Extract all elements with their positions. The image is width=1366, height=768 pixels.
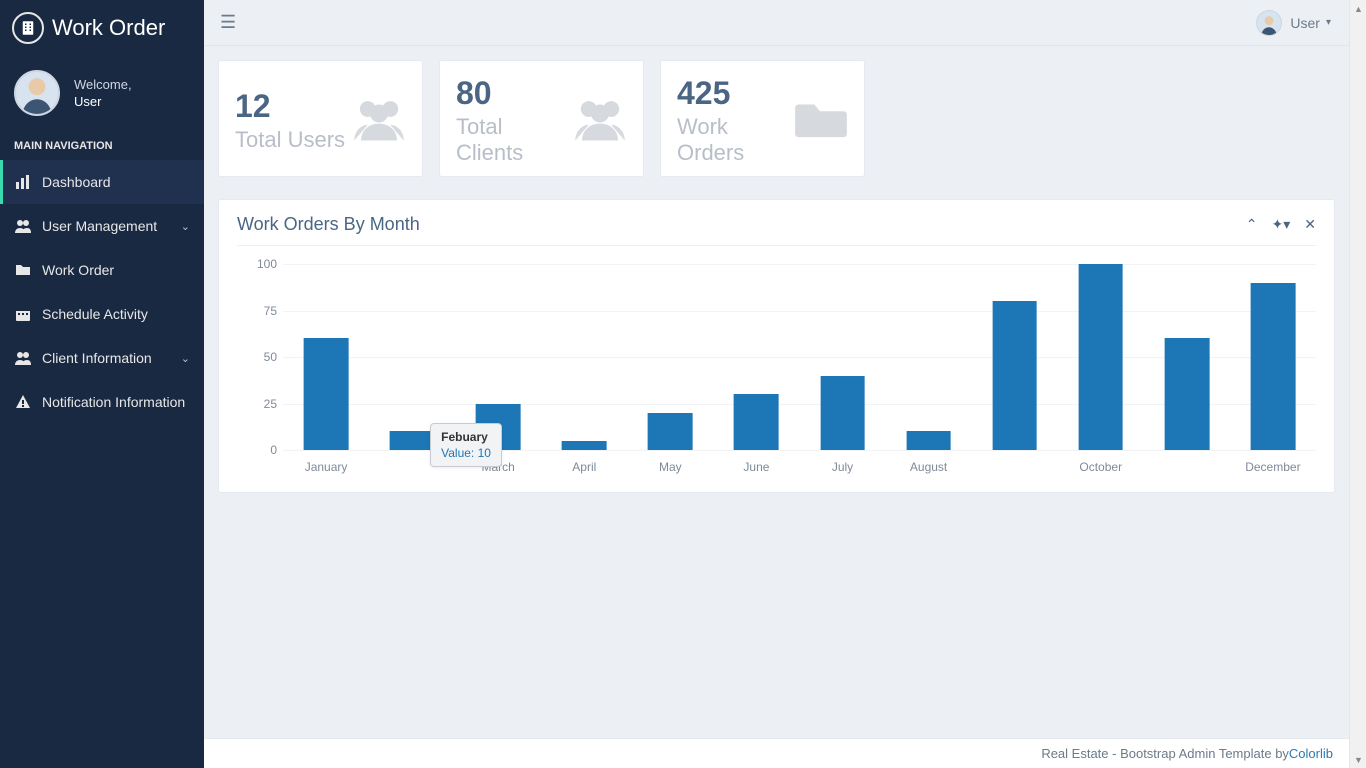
caret-down-icon: ▾: [1326, 17, 1331, 28]
stat-label: Total Clients: [456, 114, 573, 166]
main-content: 12Total Users80Total Clients425Work Orde…: [204, 46, 1349, 738]
folder-icon: [14, 262, 32, 278]
chart-bar[interactable]: [562, 441, 607, 450]
brand-title: Work Order: [52, 15, 165, 41]
panel-tools: ⌃ ✦▾ ✕: [1246, 216, 1316, 233]
sidebar-item-label: User Management: [42, 218, 181, 234]
chart-panel: Work Orders By Month ⌃ ✦▾ ✕ 0 25 50 75 100 J…: [218, 199, 1335, 493]
y-tick: 75: [264, 304, 277, 318]
sidebar-item-client-information[interactable]: Client Information ⌄: [0, 336, 204, 380]
avatar: [14, 70, 60, 116]
y-tick: 100: [257, 257, 277, 271]
topbar-user-label: User: [1290, 15, 1320, 31]
y-tick: 25: [264, 397, 277, 411]
stat-value: 425: [677, 75, 794, 112]
x-label: April: [541, 460, 627, 474]
sidebar-item-schedule-activity[interactable]: Schedule Activity: [0, 292, 204, 336]
sidebar-item-label: Work Order: [42, 262, 190, 278]
y-tick: 50: [264, 350, 277, 364]
chart-bar[interactable]: [906, 431, 951, 450]
user-welcome: Welcome,: [74, 77, 132, 92]
hamburger-icon[interactable]: ☰: [220, 12, 236, 33]
x-label: October: [1058, 460, 1144, 474]
sidebar-item-user-management[interactable]: User Management ⌄: [0, 204, 204, 248]
sidebar-item-label: Notification Information: [42, 394, 190, 410]
chart-area: 0255075100 JanuaryMarchAprilMayJuneJulyA…: [237, 264, 1316, 474]
chart-bar[interactable]: [1164, 338, 1209, 450]
x-label: June: [713, 460, 799, 474]
topbar-user-menu[interactable]: User ▾: [1256, 10, 1331, 36]
chart-bar[interactable]: [390, 431, 435, 450]
stat-value: 12: [235, 88, 345, 125]
scrollbar[interactable]: ▲ ▼: [1349, 0, 1366, 768]
collapse-icon[interactable]: ⌃: [1246, 216, 1258, 233]
footer: Real Estate - Bootstrap Admin Template b…: [204, 738, 1349, 768]
user-name: User: [74, 94, 132, 109]
chart-bar[interactable]: [648, 413, 693, 450]
chart-bar[interactable]: [992, 301, 1037, 450]
users-icon: [14, 350, 32, 366]
folder-icon: [794, 94, 848, 147]
brand[interactable]: Work Order: [0, 0, 204, 54]
y-tick: 0: [270, 443, 277, 457]
x-label: December: [1230, 460, 1316, 474]
stat-label: Total Users: [235, 127, 345, 153]
chevron-down-icon: ⌄: [181, 352, 190, 365]
chevron-down-icon: ⌄: [181, 220, 190, 233]
sidebar-item-label: Schedule Activity: [42, 306, 190, 322]
users-icon: [352, 94, 406, 147]
x-label: July: [799, 460, 885, 474]
sidebar-item-label: Dashboard: [42, 174, 190, 190]
sidebar-item-notification-information[interactable]: Notification Information: [0, 380, 204, 424]
users-icon: [14, 218, 32, 234]
brand-icon: [12, 12, 44, 44]
sidebar-item-work-order[interactable]: Work Order: [0, 248, 204, 292]
scroll-down-icon[interactable]: ▼: [1350, 751, 1366, 768]
chart-tooltip: Febuary Value: 10: [430, 423, 502, 467]
users-icon: [573, 94, 627, 147]
sidebar: Work Order Welcome, User MAIN NAVIGATION…: [0, 0, 204, 768]
y-axis: 0255075100: [237, 264, 283, 450]
tooltip-title: Febuary: [441, 430, 491, 444]
topbar: ☰ User ▾: [204, 0, 1349, 46]
nav-section-header: MAIN NAVIGATION: [0, 130, 204, 160]
tooltip-value: Value: 10: [441, 446, 491, 460]
stat-value: 80: [456, 75, 573, 112]
sidebar-item-dashboard[interactable]: Dashboard: [0, 160, 204, 204]
x-label: August: [886, 460, 972, 474]
chart-bar[interactable]: [304, 338, 349, 450]
avatar: [1256, 10, 1282, 36]
x-label: January: [283, 460, 369, 474]
stat-card[interactable]: 12Total Users: [218, 60, 423, 177]
stat-cards-row: 12Total Users80Total Clients425Work Orde…: [218, 60, 1335, 177]
stat-card[interactable]: 80Total Clients: [439, 60, 644, 177]
panel-title: Work Orders By Month: [237, 214, 1246, 235]
chart-bar[interactable]: [820, 376, 865, 450]
x-label: [1144, 460, 1230, 474]
footer-text: Real Estate - Bootstrap Admin Template b…: [1041, 746, 1289, 761]
chart-bars: [283, 264, 1316, 450]
warning-icon: [14, 394, 32, 410]
stat-card[interactable]: 425Work Orders: [660, 60, 865, 177]
stat-label: Work Orders: [677, 114, 794, 166]
footer-link[interactable]: Colorlib: [1289, 746, 1333, 761]
chart-bar[interactable]: [1078, 264, 1123, 450]
x-label: May: [627, 460, 713, 474]
settings-icon[interactable]: ✦▾: [1272, 216, 1291, 233]
scroll-up-icon[interactable]: ▲: [1350, 0, 1366, 17]
close-icon[interactable]: ✕: [1304, 216, 1316, 233]
x-label: [972, 460, 1058, 474]
sidebar-item-label: Client Information: [42, 350, 181, 366]
sidebar-user-panel: Welcome, User: [0, 54, 204, 130]
chart-bar[interactable]: [734, 394, 779, 450]
chart-icon: [14, 174, 32, 190]
chart-bar[interactable]: [1251, 283, 1296, 450]
calendar-icon: [14, 306, 32, 322]
